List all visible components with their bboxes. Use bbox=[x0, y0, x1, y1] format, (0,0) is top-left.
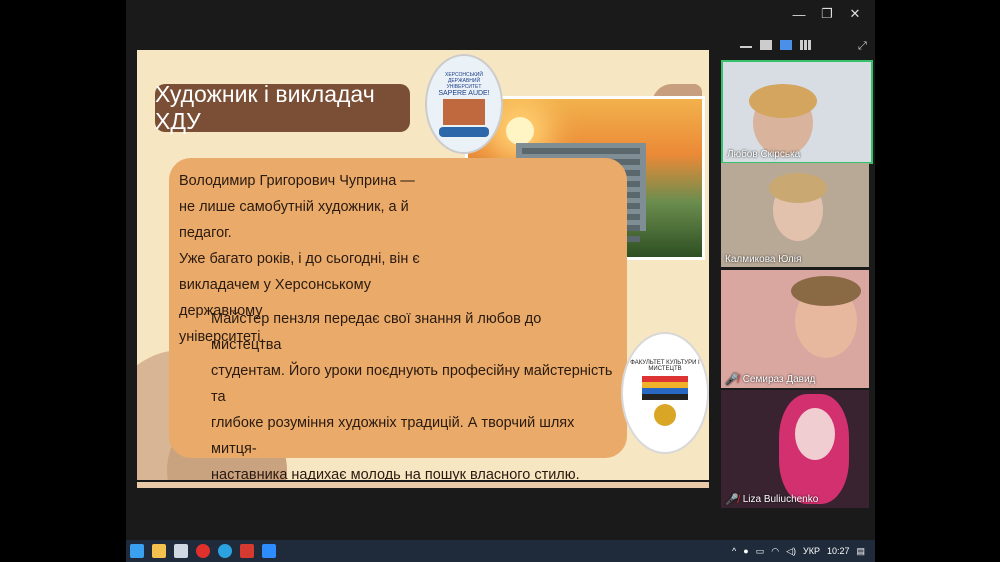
fullscreen-icon[interactable]: ⤢ bbox=[858, 40, 867, 53]
close-icon[interactable]: ✕ bbox=[841, 4, 869, 24]
language-indicator[interactable]: УКР bbox=[803, 546, 820, 556]
view-toolbar bbox=[740, 40, 812, 50]
logo-waves bbox=[439, 126, 489, 137]
participant-name: Любов Скірська bbox=[727, 149, 800, 160]
logo-arc-text: ХЕРСОНСЬКИЙ ДЕРЖАВНИЙ УНІВЕРСИТЕТ bbox=[445, 71, 483, 90]
logo-motto: SAPERE AUDE! bbox=[438, 89, 490, 97]
shared-slide: Художник і викладач ХДУ ХЕРСОНСЬКИЙ ДЕРЖ… bbox=[137, 50, 709, 480]
participant-name-text: Калмикова Юлія bbox=[725, 254, 802, 265]
document-app-icon[interactable] bbox=[174, 544, 188, 558]
paragraph-line: Уже багато років, і до сьогодні, він є bbox=[179, 251, 420, 267]
participant-name: Калмикова Юлія bbox=[725, 254, 801, 265]
paragraph-line: не лише самобутній художник, а й педагог… bbox=[179, 199, 409, 241]
pdf-reader-icon[interactable] bbox=[240, 544, 254, 558]
participant-name-text: Любов Скірська bbox=[727, 149, 801, 160]
paragraph-line: наставника надихає молодь на пошук власн… bbox=[211, 467, 580, 480]
university-logo: ХЕРСОНСЬКИЙ ДЕРЖАВНИЙ УНІВЕРСИТЕТ SAPERE… bbox=[425, 54, 503, 154]
faculty-badge: ФАКУЛЬТЕТ КУЛЬТУРИ І МИСТЕЦТВ bbox=[621, 332, 709, 454]
participant-tile[interactable]: Любов Скірська bbox=[721, 60, 873, 164]
file-explorer-icon[interactable] bbox=[152, 544, 166, 558]
network-icon[interactable]: ◠ bbox=[771, 546, 779, 557]
windows-start-icon[interactable] bbox=[130, 544, 144, 558]
mic-muted-icon: 🎤̸ bbox=[725, 374, 739, 386]
restore-icon[interactable]: ❐ bbox=[813, 4, 841, 24]
speaker-view-icon[interactable] bbox=[760, 40, 772, 50]
clock[interactable]: 10:27 bbox=[827, 546, 850, 556]
badge-text: ФАКУЛЬТЕТ КУЛЬТУРИ І МИСТЕЦТВ bbox=[630, 360, 700, 372]
badge-stripes bbox=[642, 376, 688, 400]
participant-name: 🎤̸ Семираз Давид bbox=[725, 373, 815, 386]
mic-muted-icon: 🎤̸ bbox=[725, 494, 739, 506]
volume-icon[interactable]: ◁) bbox=[786, 546, 796, 557]
participant-tile[interactable]: 🎤̸ Семираз Давид bbox=[721, 270, 869, 388]
telegram-icon[interactable] bbox=[218, 544, 232, 558]
zoom-app-icon[interactable] bbox=[262, 544, 276, 558]
paragraph-line: Майстер пензля передає свої знання й люб… bbox=[211, 311, 542, 353]
logo-building bbox=[443, 98, 485, 125]
participant-hair bbox=[749, 84, 817, 118]
participant-video bbox=[795, 408, 835, 460]
paragraph-line: Володимир Григорович Чуприна — bbox=[179, 173, 415, 189]
notifications-icon[interactable]: ▤ bbox=[856, 546, 865, 557]
minimize-icon[interactable]: — bbox=[785, 4, 813, 24]
participant-name-text: Liza Buliuchenko bbox=[742, 494, 819, 505]
participant-tile[interactable]: 🎤̸ Liza Buliuchenko bbox=[721, 390, 869, 508]
slide-title: Художник і викладач ХДУ bbox=[155, 81, 410, 134]
paragraph-line: глибоке розуміння художніх традицій. А т… bbox=[211, 415, 575, 457]
participant-hair bbox=[791, 276, 861, 306]
system-tray: ^ ● ▭ ◠ ◁) УКР 10:27 ▤ bbox=[732, 540, 865, 562]
opera-browser-icon[interactable] bbox=[196, 544, 210, 558]
paragraph-line: студентам. Його уроки поєднують професій… bbox=[211, 363, 613, 405]
participant-hair bbox=[769, 173, 827, 203]
sun bbox=[506, 117, 534, 145]
participant-name-text: Семираз Давид bbox=[742, 374, 816, 385]
window-controls: — ❐ ✕ bbox=[785, 4, 869, 24]
windows-taskbar: ^ ● ▭ ◠ ◁) УКР 10:27 ▤ bbox=[126, 540, 875, 562]
participant-name: 🎤̸ Liza Buliuchenko bbox=[725, 493, 818, 506]
battery-icon[interactable]: ▭ bbox=[756, 546, 765, 557]
strip-view-icon[interactable] bbox=[780, 40, 792, 50]
slide-bottom-bar bbox=[137, 482, 709, 488]
participant-tile[interactable]: Калмикова Юлія bbox=[721, 163, 869, 267]
gallery-view-icon[interactable] bbox=[800, 40, 812, 50]
microphone-icon[interactable]: ● bbox=[743, 546, 748, 556]
badge-emblem bbox=[654, 404, 676, 426]
chevron-up-icon[interactable]: ^ bbox=[732, 546, 736, 556]
paragraph-2: Майстер пензля передає свої знання й люб… bbox=[211, 306, 615, 480]
minimize-video-icon[interactable] bbox=[740, 40, 752, 48]
